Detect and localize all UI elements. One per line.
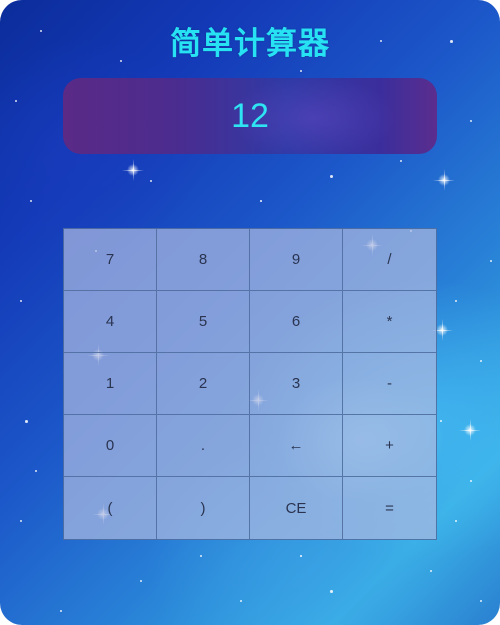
- star: [455, 520, 457, 522]
- calculator-display: 12: [63, 78, 437, 154]
- star: [20, 300, 22, 302]
- star: [30, 200, 33, 203]
- key-add[interactable]: +: [343, 415, 436, 477]
- star: [430, 570, 432, 572]
- star: [20, 520, 22, 522]
- star-flare: [459, 419, 481, 441]
- key-multiply[interactable]: *: [343, 291, 436, 353]
- key-9[interactable]: 9: [250, 229, 343, 291]
- calculator-app: 简单计算器 12 7 8 9/4 5 6 * 1 2 3-0. ← +() CE =: [0, 0, 500, 625]
- star: [470, 480, 473, 483]
- star: [330, 590, 333, 593]
- key-close-paren[interactable]: ): [157, 477, 250, 539]
- key-3[interactable]: 3: [250, 353, 343, 415]
- keypad: 7 8 9/ 4 5 6 * 1 2 3- 0. ← + () CE =: [63, 228, 437, 540]
- star: [150, 180, 152, 182]
- star: [440, 420, 443, 423]
- key-5[interactable]: 5: [157, 291, 250, 353]
- display-value: 12: [231, 96, 269, 135]
- key-1[interactable]: 1: [64, 353, 157, 415]
- star: [300, 70, 302, 72]
- star: [260, 200, 262, 202]
- star: [455, 300, 458, 303]
- star: [480, 600, 483, 603]
- star: [480, 360, 482, 362]
- star: [470, 120, 472, 122]
- star: [25, 420, 28, 423]
- key-open-paren[interactable]: (: [64, 477, 157, 539]
- key-6[interactable]: 6: [250, 291, 343, 353]
- key-backspace[interactable]: ←: [250, 415, 343, 477]
- key-7[interactable]: 7: [64, 229, 157, 291]
- app-title: 简单计算器: [170, 26, 330, 62]
- star: [400, 160, 403, 163]
- key-4[interactable]: 4: [64, 291, 157, 353]
- star: [140, 580, 143, 583]
- key-clear[interactable]: CE: [250, 477, 343, 539]
- star: [490, 260, 492, 262]
- star: [240, 600, 242, 602]
- star: [60, 610, 62, 612]
- star: [300, 555, 302, 557]
- key-divide[interactable]: /: [343, 229, 436, 291]
- star: [200, 555, 202, 557]
- star: [330, 175, 334, 179]
- key-equals[interactable]: =: [343, 477, 436, 539]
- key-subtract[interactable]: -: [343, 353, 436, 415]
- key-0[interactable]: 0: [64, 415, 157, 477]
- star: [35, 470, 38, 473]
- key-2[interactable]: 2: [157, 353, 250, 415]
- star-flare: [433, 169, 455, 191]
- star: [15, 100, 17, 102]
- star-flare: [122, 159, 144, 181]
- key-8[interactable]: 8: [157, 229, 250, 291]
- key-decimal[interactable]: .: [157, 415, 250, 477]
